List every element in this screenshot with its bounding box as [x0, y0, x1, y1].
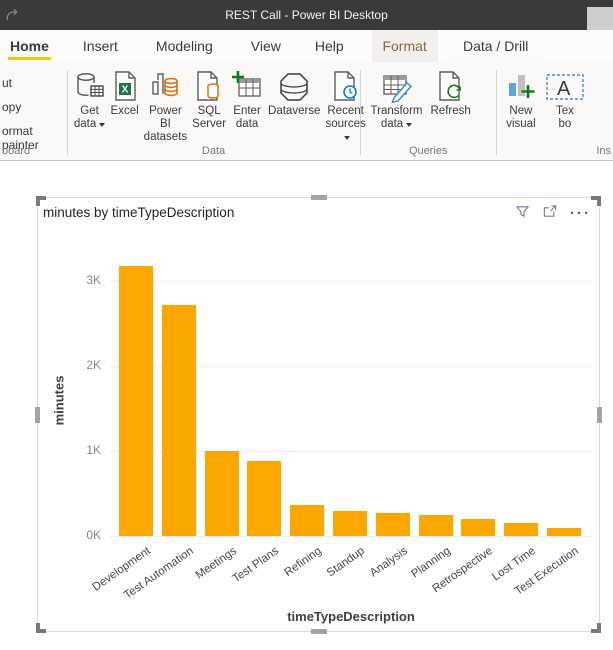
tab-home[interactable]: Home [6, 30, 53, 62]
bar-chart-visual[interactable]: minutes by timeTypeDescription ··· mi [37, 197, 600, 632]
data-group: Get data X Excel [68, 62, 360, 160]
queries-group-label: Queries [361, 145, 496, 157]
new-visual-icon [505, 69, 537, 105]
sql-server-icon [194, 69, 224, 105]
chevron-down-icon [344, 136, 350, 140]
titlebar-right-button[interactable] [587, 7, 613, 30]
power-bi-datasets-icon [149, 69, 181, 105]
svg-text:X: X [121, 85, 128, 96]
tab-format[interactable]: Format [372, 30, 438, 62]
gridline [111, 281, 591, 282]
bar[interactable] [419, 515, 453, 536]
copy-button[interactable]: opy [2, 100, 21, 114]
y-tick-label: 1K [71, 443, 101, 457]
enter-data-icon [231, 69, 263, 105]
insert-group-label: Ins [497, 145, 613, 157]
enter-data-button[interactable]: Enterdata [231, 67, 263, 131]
power-bi-datasets-button[interactable]: Power BIdatasets [144, 67, 187, 144]
tab-data-drill[interactable]: Data / Drill [446, 30, 546, 62]
bar[interactable] [290, 505, 324, 536]
y-tick-label: 2K [71, 358, 101, 372]
transform-data-button[interactable]: Transform data [371, 67, 423, 131]
excel-button[interactable]: X Excel [111, 67, 139, 118]
bar[interactable] [162, 305, 196, 536]
y-axis-title: minutes [52, 301, 67, 501]
bar[interactable] [376, 513, 410, 536]
get-data-icon [74, 69, 106, 105]
refresh-icon [436, 69, 466, 105]
title-bar: REST Call - Power BI Desktop [0, 0, 613, 30]
queries-group: Transform data Refresh Queries [361, 62, 496, 160]
excel-icon: X [111, 69, 139, 105]
text-box-icon: A [545, 69, 585, 105]
tab-help[interactable]: Help [311, 30, 348, 62]
plot-area: minutes timeTypeDescription 0K1K2K3KDeve… [38, 198, 601, 633]
ribbon-tab-bar: Home Insert Modeling View Help Format Da… [0, 30, 613, 62]
chevron-down-icon [99, 123, 105, 127]
tab-view[interactable]: View [247, 30, 285, 62]
dataverse-icon [277, 69, 311, 105]
new-visual-button[interactable]: Newvisual [505, 67, 537, 131]
bar[interactable] [547, 528, 581, 537]
clipboard-group-label: board [0, 145, 67, 157]
tab-insert[interactable]: Insert [79, 30, 122, 62]
insert-group: Newvisual A Texbo Ins [497, 62, 613, 160]
cut-button[interactable]: ut [2, 76, 12, 90]
recent-sources-icon [331, 69, 361, 105]
window-title: REST Call - Power BI Desktop [0, 8, 613, 22]
svg-text:A: A [557, 78, 571, 100]
refresh-button[interactable]: Refresh [431, 67, 471, 118]
gridline [111, 536, 591, 537]
active-tab-underline [8, 57, 51, 60]
dataverse-button[interactable]: Dataverse [268, 67, 320, 118]
clipboard-group: ut opy ormat painter board [0, 62, 67, 160]
data-group-label: Data [68, 145, 360, 157]
y-tick-label: 3K [71, 273, 101, 287]
bar[interactable] [119, 266, 153, 536]
bar[interactable] [247, 461, 281, 536]
y-tick-label: 0K [71, 528, 101, 542]
x-axis-title: timeTypeDescription [231, 609, 471, 624]
get-data-button[interactable]: Get data [74, 67, 106, 131]
bar[interactable] [205, 451, 239, 536]
sql-server-button[interactable]: SQLServer [192, 67, 226, 131]
bar[interactable] [461, 519, 495, 536]
tab-modeling[interactable]: Modeling [152, 30, 217, 62]
chevron-down-icon [406, 123, 412, 127]
bar[interactable] [333, 511, 367, 536]
text-box-button[interactable]: A Texbo [545, 67, 585, 131]
report-canvas[interactable]: minutes by timeTypeDescription ··· mi [0, 162, 613, 650]
ribbon: ut opy ormat painter board Get data [0, 62, 613, 161]
bar[interactable] [504, 523, 538, 536]
transform-data-icon [380, 69, 414, 105]
